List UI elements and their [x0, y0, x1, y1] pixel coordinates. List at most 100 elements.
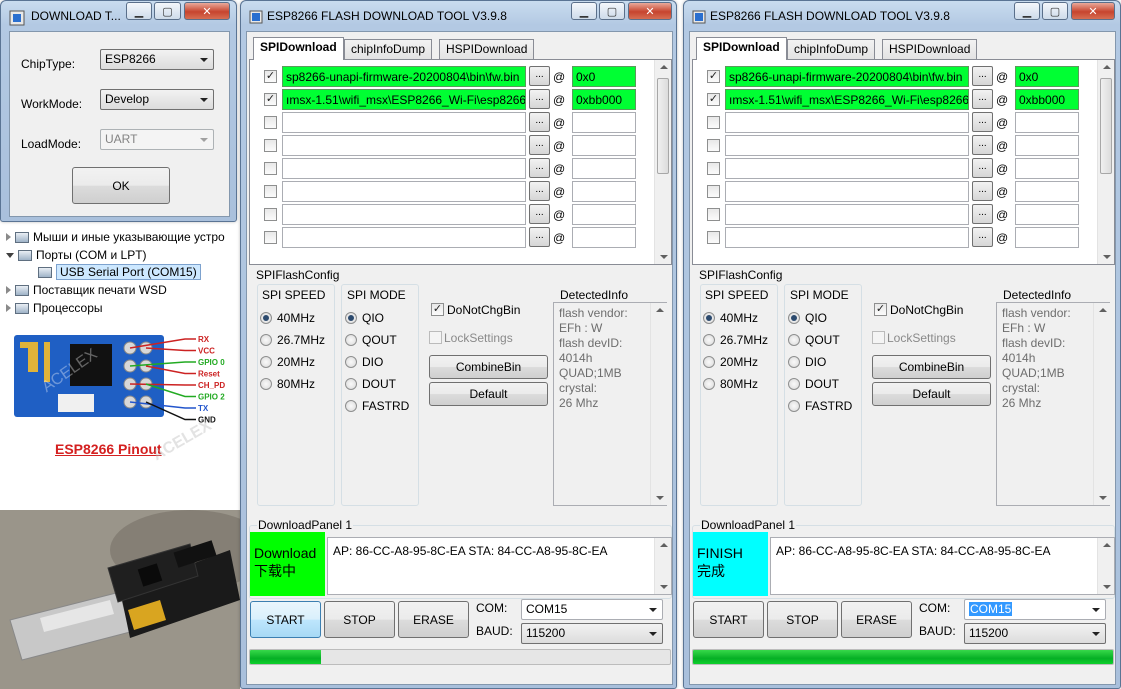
minimize-button[interactable]: ▁	[1014, 2, 1040, 20]
maximize-button[interactable]: ▢	[1042, 2, 1068, 20]
workmode-select[interactable]: Develop	[100, 89, 214, 110]
scroll-down-arrow-icon[interactable]	[656, 496, 664, 500]
scroll-up-arrow-icon[interactable]	[1103, 65, 1111, 69]
baud-select[interactable]: 115200	[521, 623, 663, 644]
scroll-up-arrow-icon[interactable]	[656, 308, 664, 312]
browse-button[interactable]: ...	[972, 181, 993, 201]
row-enable-checkbox[interactable]	[707, 162, 720, 175]
spi-mode-radio[interactable]	[788, 356, 800, 368]
row-enable-checkbox[interactable]	[264, 231, 277, 244]
browse-button[interactable]: ...	[529, 227, 550, 247]
file-path-field[interactable]	[725, 181, 969, 202]
row-enable-checkbox[interactable]: ✓	[707, 70, 720, 83]
scroll-up-arrow-icon[interactable]	[660, 543, 668, 547]
close-button[interactable]: ✕	[628, 2, 672, 20]
row-enable-checkbox[interactable]: ✓	[264, 93, 277, 106]
scroll-down-arrow-icon[interactable]	[1099, 496, 1107, 500]
loadmode-select[interactable]: UART	[100, 129, 214, 150]
row-enable-checkbox[interactable]	[707, 116, 720, 129]
scroll-down-arrow-icon[interactable]	[660, 255, 668, 259]
chiptype-select[interactable]: ESP8266	[100, 49, 214, 70]
detectedinfo-scrollbar[interactable]	[650, 303, 667, 505]
file-path-field[interactable]	[725, 135, 969, 156]
file-list-scrollbar[interactable]	[654, 60, 671, 264]
browse-button[interactable]: ...	[972, 89, 993, 109]
baud-select[interactable]: 115200	[964, 623, 1106, 644]
detectedinfo-scrollbar[interactable]	[1093, 303, 1110, 505]
browse-button[interactable]: ...	[529, 135, 550, 155]
tree-item-print-wsd[interactable]: Поставщик печати WSD	[6, 282, 167, 298]
log-scrollbar[interactable]	[1097, 538, 1114, 594]
browse-button[interactable]: ...	[529, 66, 550, 86]
tree-item-processors[interactable]: Процессоры	[6, 300, 103, 316]
file-path-field[interactable]	[725, 112, 969, 133]
log-scrollbar[interactable]	[654, 538, 671, 594]
file-list-scrollbar[interactable]	[1097, 60, 1114, 264]
scroll-down-arrow-icon[interactable]	[660, 585, 668, 589]
tab-chipinfodump[interactable]: chipInfoDump	[344, 39, 433, 59]
spi-speed-radio[interactable]	[260, 356, 272, 368]
row-enable-checkbox[interactable]	[264, 116, 277, 129]
spi-mode-radio[interactable]	[788, 400, 800, 412]
file-path-field[interactable]	[282, 135, 526, 156]
file-path-field[interactable]: sp8266-unapi-firmware-20200804\bin\fw.bi…	[282, 66, 526, 87]
row-enable-checkbox[interactable]	[707, 139, 720, 152]
tab-spidownload[interactable]: SPIDownload	[696, 37, 787, 60]
combinebin-button[interactable]: CombineBin	[429, 355, 548, 379]
scroll-down-arrow-icon[interactable]	[1103, 255, 1111, 259]
row-enable-checkbox[interactable]	[264, 162, 277, 175]
maximize-button[interactable]: ▢	[154, 2, 181, 20]
tab-spidownload[interactable]: SPIDownload	[253, 37, 344, 60]
scroll-up-arrow-icon[interactable]	[660, 65, 668, 69]
scroll-up-arrow-icon[interactable]	[1103, 543, 1111, 547]
ok-button[interactable]: OK	[72, 167, 170, 204]
default-button[interactable]: Default	[872, 382, 991, 406]
erase-button[interactable]: ERASE	[841, 601, 912, 638]
row-enable-checkbox[interactable]	[264, 185, 277, 198]
spi-speed-radio[interactable]	[260, 378, 272, 390]
erase-button[interactable]: ERASE	[398, 601, 469, 638]
address-field[interactable]	[1015, 112, 1079, 133]
file-path-field[interactable]	[725, 204, 969, 225]
file-path-field[interactable]: ımsx-1.51\wifi_msx\ESP8266_Wi-Fi\esp8266…	[282, 89, 526, 110]
address-field[interactable]: 0xbb000	[572, 89, 636, 110]
stop-button[interactable]: STOP	[767, 601, 838, 638]
row-enable-checkbox[interactable]	[264, 208, 277, 221]
spi-speed-radio[interactable]	[260, 334, 272, 346]
browse-button[interactable]: ...	[529, 181, 550, 201]
minimize-button[interactable]: ▁	[126, 2, 152, 20]
address-field[interactable]	[572, 204, 636, 225]
scroll-up-arrow-icon[interactable]	[1099, 308, 1107, 312]
locksettings-checkbox[interactable]	[872, 331, 885, 344]
minimize-button[interactable]: ▁	[571, 2, 597, 20]
address-field[interactable]	[1015, 181, 1079, 202]
address-field[interactable]	[572, 181, 636, 202]
scrollbar-thumb[interactable]	[1100, 78, 1112, 174]
donotchgbin-checkbox[interactable]: ✓	[431, 303, 444, 316]
address-field[interactable]	[1015, 227, 1079, 248]
combinebin-button[interactable]: CombineBin	[872, 355, 991, 379]
spi-mode-radio[interactable]	[788, 312, 800, 324]
tab-hspidownload[interactable]: HSPIDownload	[882, 39, 978, 59]
spi-mode-radio[interactable]	[345, 312, 357, 324]
address-field[interactable]	[1015, 135, 1079, 156]
spi-mode-radio[interactable]	[345, 334, 357, 346]
spi-speed-radio[interactable]	[703, 356, 715, 368]
com-select[interactable]: COM15	[964, 599, 1106, 620]
tab-hspidownload[interactable]: HSPIDownload	[439, 39, 535, 59]
file-path-field[interactable]	[725, 227, 969, 248]
scroll-down-arrow-icon[interactable]	[1103, 585, 1111, 589]
row-enable-checkbox[interactable]	[264, 139, 277, 152]
stop-button[interactable]: STOP	[324, 601, 395, 638]
close-button[interactable]: ✕	[184, 2, 230, 20]
donotchgbin-checkbox[interactable]: ✓	[874, 303, 887, 316]
expand-arrow-icon[interactable]	[6, 286, 11, 294]
browse-button[interactable]: ...	[529, 204, 550, 224]
address-field[interactable]	[572, 158, 636, 179]
close-button[interactable]: ✕	[1071, 2, 1115, 20]
row-enable-checkbox[interactable]	[707, 208, 720, 221]
spi-speed-radio[interactable]	[703, 378, 715, 390]
browse-button[interactable]: ...	[972, 204, 993, 224]
spi-mode-radio[interactable]	[345, 356, 357, 368]
spi-mode-radio[interactable]	[788, 334, 800, 346]
